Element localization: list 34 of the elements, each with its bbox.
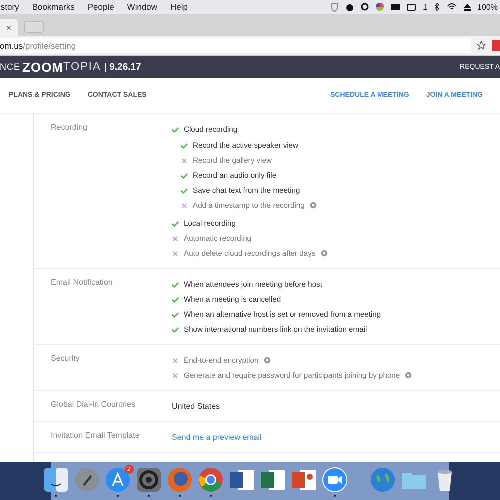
shield-icon[interactable] bbox=[331, 2, 340, 12]
setting-label: Security bbox=[51, 353, 81, 365]
help-icon[interactable] bbox=[405, 372, 412, 379]
menu-item[interactable]: People bbox=[88, 2, 114, 12]
help-icon[interactable] bbox=[320, 250, 328, 257]
color-wheel-icon[interactable] bbox=[376, 3, 384, 11]
drop-icon[interactable] bbox=[346, 2, 354, 12]
circle-icon[interactable] bbox=[361, 3, 370, 11]
video-camera-icon[interactable] bbox=[322, 467, 348, 493]
screen-icon[interactable] bbox=[407, 4, 416, 10]
bluetooth-icon[interactable] bbox=[434, 3, 440, 11]
header-text: NCE bbox=[0, 62, 21, 72]
logo-text: ZOOM bbox=[22, 60, 64, 74]
wifi-icon[interactable] bbox=[446, 3, 457, 11]
close-tab-button[interactable]: × bbox=[6, 22, 12, 32]
setting-label: Global Dial-in Countries bbox=[51, 399, 136, 411]
eject-icon[interactable] bbox=[464, 4, 471, 10]
menu-item[interactable]: Window bbox=[127, 2, 158, 12]
event-date: | 9.26.17 bbox=[104, 62, 142, 72]
setting-label: Recording bbox=[51, 122, 88, 134]
menu-item[interactable]: Help bbox=[170, 2, 188, 12]
gear-icon[interactable] bbox=[136, 467, 162, 493]
setting-label: Invitation Email Template bbox=[51, 430, 141, 442]
setting-value: United States bbox=[172, 402, 220, 411]
display-icon[interactable] bbox=[391, 4, 400, 10]
setting-label: Email Notification bbox=[51, 277, 114, 289]
help-icon[interactable] bbox=[264, 357, 271, 364]
star-icon[interactable] bbox=[477, 41, 486, 50]
logo-text: TOPIA bbox=[64, 61, 102, 73]
status-count[interactable]: 1 bbox=[423, 2, 428, 12]
menu-item[interactable]: Bookmarks bbox=[32, 2, 75, 12]
battery-percentage[interactable]: 100% bbox=[478, 2, 498, 12]
help-icon[interactable] bbox=[310, 202, 317, 209]
address-field[interactable]: om.us/profile/setting bbox=[0, 38, 471, 53]
